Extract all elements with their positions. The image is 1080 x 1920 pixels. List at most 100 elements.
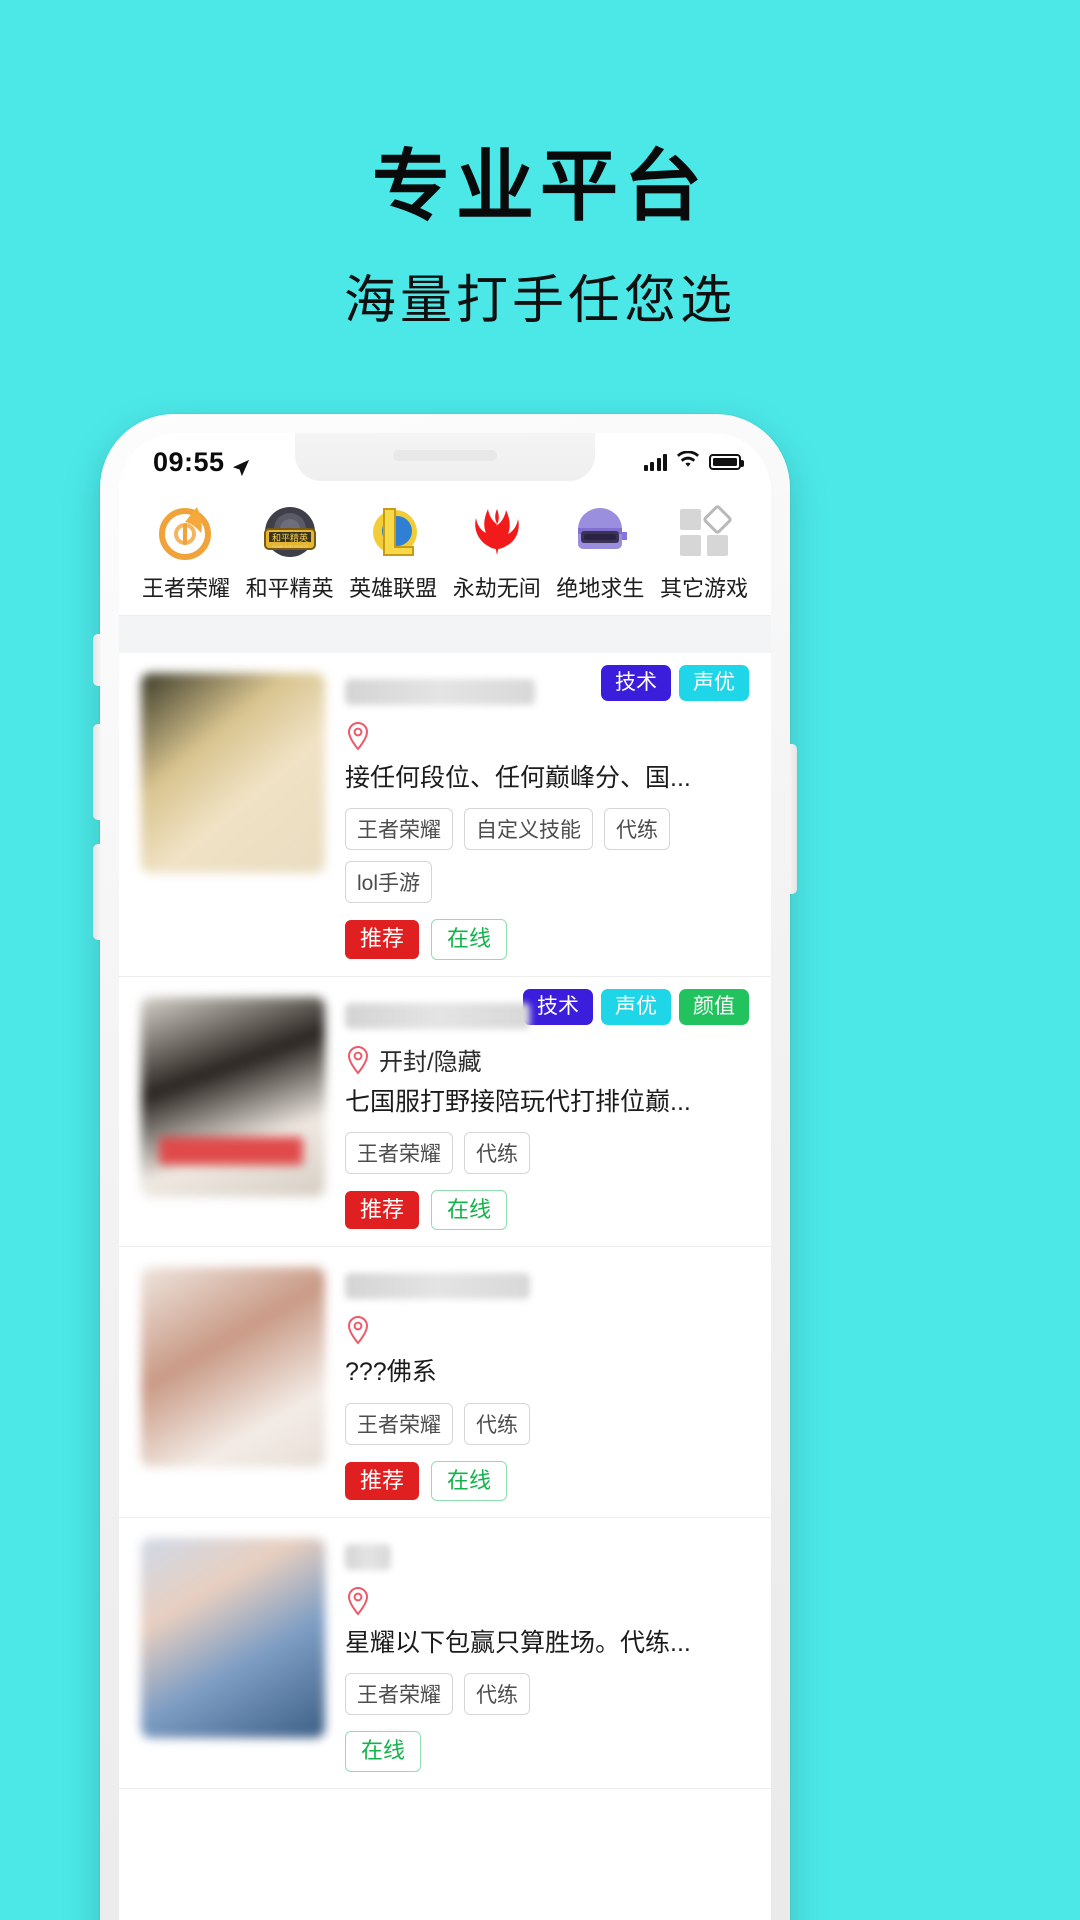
recommended-badge: 推荐: [345, 1190, 420, 1230]
page-subtitle: 海量打手任您选: [343, 273, 736, 330]
battery-full-icon: [709, 454, 744, 470]
online-badge: 在线: [431, 1189, 508, 1231]
tag-group: 王者荣耀 代练: [345, 1131, 749, 1174]
tag[interactable]: lol手游: [345, 861, 433, 904]
online-badge: 在线: [431, 919, 508, 960]
player-card-body: 技术 声优 接任何段位、任何巅峰分、国... 王者荣耀 自定义技能 代练 lol…: [325, 665, 749, 960]
table-row[interactable]: 技术 声优 接任何段位、任何巅峰分、国... 王者荣耀 自定义技能 代练 lol…: [119, 653, 771, 977]
game-category-other-games[interactable]: 其它游戏: [655, 503, 753, 603]
game-category-label: 其它游戏: [659, 576, 748, 601]
power-button: [789, 744, 797, 894]
avatar[interactable]: [141, 1267, 325, 1468]
player-card-list: 技术 声优 接任何段位、任何巅峰分、国... 王者荣耀 自定义技能 代练 lol…: [119, 653, 771, 1789]
player-desc: 接任何段位、任何巅峰分、国...: [345, 764, 691, 792]
league-of-legends-icon: [364, 503, 422, 561]
phone-mockup: 09:55 王者荣耀 和平精英 GAME FOR PEACE 和平精英 英雄联盟…: [93, 414, 797, 1920]
volume-down-button: [93, 844, 101, 940]
location-row: [345, 1586, 749, 1616]
signal-bars-icon: [643, 453, 667, 471]
tag[interactable]: 王者荣耀: [345, 1673, 453, 1716]
tag[interactable]: 自定义技能: [464, 808, 593, 851]
player-card-body: ???佛系 王者荣耀 代练 推荐 在线: [325, 1267, 749, 1501]
player-desc: ???佛系: [345, 1358, 437, 1387]
player-card-body: 技术 声优 颜值 开封/隐藏 七国服打野接陪玩代打排位巅... 王者荣耀 代练 …: [325, 988, 749, 1231]
location-pin-icon: [345, 1315, 371, 1345]
player-nickname: [345, 1273, 530, 1300]
game-category-league-of-legends[interactable]: 英雄联盟: [344, 503, 442, 603]
tag[interactable]: 王者荣耀: [345, 1402, 453, 1445]
game-category-pubg[interactable]: 绝地求生: [551, 503, 649, 603]
game-category-naraka[interactable]: 永劫无间: [448, 503, 546, 603]
player-nickname: [345, 1002, 530, 1029]
table-row[interactable]: ???佛系 王者荣耀 代练 推荐 在线: [119, 1247, 771, 1518]
tag-group: 王者荣耀 代练: [345, 1673, 749, 1716]
pubg-helmet-icon: [571, 503, 629, 561]
status-bar: 09:55: [119, 433, 771, 485]
tag[interactable]: 王者荣耀: [345, 1131, 453, 1174]
page-title: 专业平台: [371, 143, 708, 230]
tag[interactable]: 代练: [464, 1673, 530, 1716]
status-group: 在线: [345, 1731, 749, 1772]
location-pin-icon: [345, 1586, 371, 1616]
player-desc: 星耀以下包赢只算胜场。代练...: [345, 1628, 691, 1657]
status-badge: 技术: [523, 988, 593, 1025]
player-card-body: 星耀以下包赢只算胜场。代练... 王者荣耀 代练 在线: [325, 1538, 749, 1772]
location-label: 开封/隐藏: [379, 1049, 482, 1077]
tag[interactable]: 王者荣耀: [345, 808, 453, 851]
location-row: 开封/隐藏: [345, 1045, 749, 1077]
avatar[interactable]: [141, 1537, 325, 1738]
status-badge: 声优: [601, 988, 671, 1025]
clock-label: 09:55: [153, 446, 225, 477]
game-category-label: 和平精英: [245, 576, 334, 601]
tag-group: 王者荣耀 自定义技能 代练 lol手游: [345, 808, 749, 904]
game-category-game-for-peace[interactable]: 和平精英 GAME FOR PEACE 和平精英: [241, 503, 339, 603]
status-bar-left: 09:55: [153, 447, 250, 478]
tag-group: 王者荣耀 代练: [345, 1402, 749, 1445]
location-row: [345, 1315, 749, 1345]
online-badge: 在线: [345, 1731, 422, 1772]
game-category-nav: 王者荣耀 和平精英 GAME FOR PEACE 和平精英 英雄联盟 永劫无间 …: [119, 485, 771, 615]
tag[interactable]: 代练: [604, 808, 670, 851]
volume-up-button: [93, 724, 101, 820]
status-badge: 颜值: [679, 988, 749, 1025]
player-nickname: [345, 679, 535, 705]
player-desc: 七国服打野接陪玩代打排位巅...: [345, 1087, 691, 1116]
table-row[interactable]: 技术 声优 颜值 开封/隐藏 七国服打野接陪玩代打排位巅... 王者荣耀 代练 …: [119, 977, 771, 1248]
avatar[interactable]: [141, 673, 325, 873]
svg-text:和平精英: 和平精英: [272, 532, 308, 543]
status-badge: 声优: [679, 665, 749, 702]
status-group: 推荐 在线: [345, 1189, 749, 1231]
location-row: [345, 721, 749, 751]
game-category-label: 绝地求生: [556, 576, 645, 601]
svg-text:GAME FOR PEACE: GAME FOR PEACE: [272, 544, 308, 549]
game-category-label: 英雄联盟: [349, 576, 438, 601]
tag[interactable]: 代练: [464, 1402, 530, 1445]
game-category-label: 王者荣耀: [141, 576, 230, 601]
table-row[interactable]: 星耀以下包赢只算胜场。代练... 王者荣耀 代练 在线: [119, 1518, 771, 1789]
badge-group: 技术 声优 颜值: [523, 988, 749, 1025]
location-pin-icon: [345, 721, 371, 751]
location-pin-icon: [345, 1045, 371, 1075]
wifi-icon: [676, 450, 700, 474]
tag[interactable]: 代练: [464, 1131, 530, 1174]
location-arrow-icon: [232, 453, 250, 477]
online-badge: 在线: [431, 1460, 508, 1501]
honor-of-kings-icon: [157, 503, 215, 561]
recommended-badge: 推荐: [345, 920, 420, 959]
mute-switch: [93, 634, 101, 686]
status-group: 推荐 在线: [345, 919, 749, 960]
avatar[interactable]: [141, 996, 325, 1197]
recommended-badge: 推荐: [345, 1461, 420, 1500]
status-bar-right: [643, 450, 744, 474]
status-badge: 技术: [601, 665, 671, 702]
section-divider: [119, 615, 771, 653]
player-nickname: [345, 1543, 391, 1570]
promo-header: 专业平台 海量打手任您选: [0, 0, 1080, 333]
other-games-icon: [675, 503, 733, 561]
status-group: 推荐 在线: [345, 1460, 749, 1501]
game-for-peace-icon: 和平精英 GAME FOR PEACE: [261, 503, 319, 561]
naraka-icon: [468, 503, 526, 561]
badge-group: 技术 声优: [601, 665, 749, 702]
game-category-honor-of-kings[interactable]: 王者荣耀: [137, 503, 235, 603]
phone-screen: 09:55 王者荣耀 和平精英 GAME FOR PEACE 和平精英 英雄联盟…: [119, 433, 771, 1920]
